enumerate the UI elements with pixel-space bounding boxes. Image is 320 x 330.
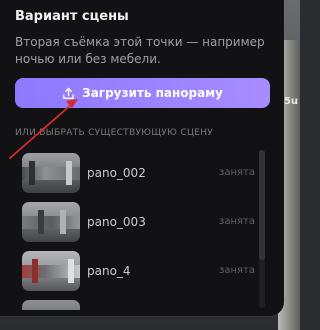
upload-button-label: Загрузить панораму: [82, 86, 223, 100]
scrollbar-thumb[interactable]: [259, 150, 265, 260]
scene-name: pano_002: [87, 166, 146, 180]
scene-status: занята: [219, 216, 255, 227]
panorama-thumbnail-icon: [22, 300, 80, 310]
scene-status: занята: [219, 167, 255, 178]
panel-title: Вариант сцены: [15, 9, 129, 24]
scene-name: pano_4: [87, 264, 131, 278]
scene-list: pano_002 занята pano_003 занята pano_4 з…: [15, 146, 270, 310]
scene-variant-panel: Вариант сцены Вторая съёмка этой точки —…: [0, 0, 284, 316]
scene-name: pano_003: [87, 215, 146, 229]
upload-panorama-button[interactable]: Загрузить панораму: [15, 78, 270, 108]
upload-icon: [63, 87, 75, 99]
scene-list-scrollbar[interactable]: [259, 150, 265, 308]
existing-scene-label: ИЛИ ВЫБРАТЬ СУЩЕСТВУЮЩУЮ СЦЕНУ: [15, 128, 214, 138]
list-item[interactable]: pano_002 занята: [15, 150, 255, 196]
panel-description: Вторая съёмка этой точки — например ночь…: [15, 35, 265, 66]
panorama-thumbnail-icon: [22, 202, 80, 242]
background-sign-text: 5u: [283, 96, 298, 107]
panorama-thumbnail-icon: [22, 251, 80, 291]
list-item[interactable]: pano_003 занята: [15, 199, 255, 245]
panorama-thumbnail-icon: [22, 153, 80, 193]
list-item[interactable]: pano_4 занята: [15, 248, 255, 294]
scene-status: занята: [219, 265, 255, 276]
list-item-partial[interactable]: [15, 297, 255, 310]
